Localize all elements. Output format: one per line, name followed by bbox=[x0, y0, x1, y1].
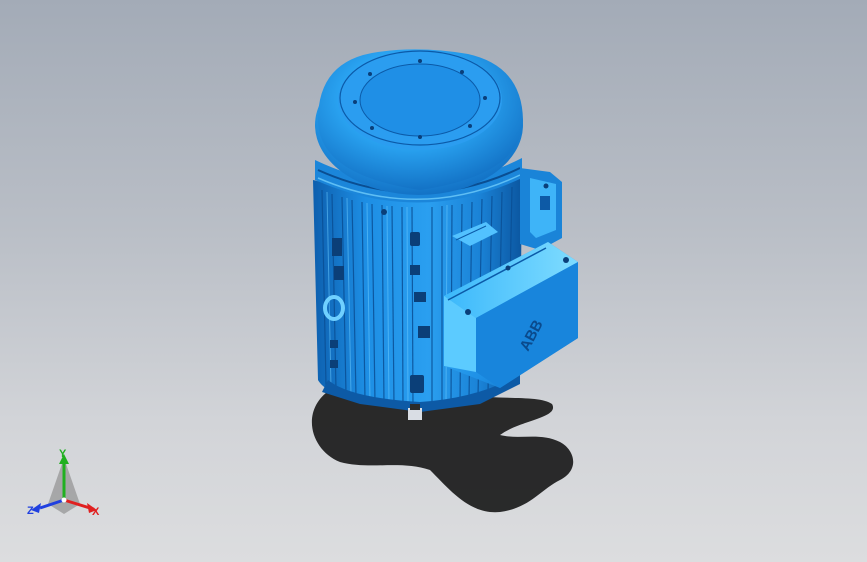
coordinate-triad: Y X Z bbox=[27, 448, 100, 518]
graphics-viewport[interactable]: ABB Y X Z bbox=[0, 0, 867, 562]
x-axis-label: X bbox=[92, 506, 100, 518]
z-axis-label: Z bbox=[27, 505, 34, 517]
terminal-box-bracket bbox=[520, 168, 562, 250]
y-axis-label: Y bbox=[59, 448, 67, 460]
motor-model[interactable]: ABB bbox=[0, 0, 867, 562]
